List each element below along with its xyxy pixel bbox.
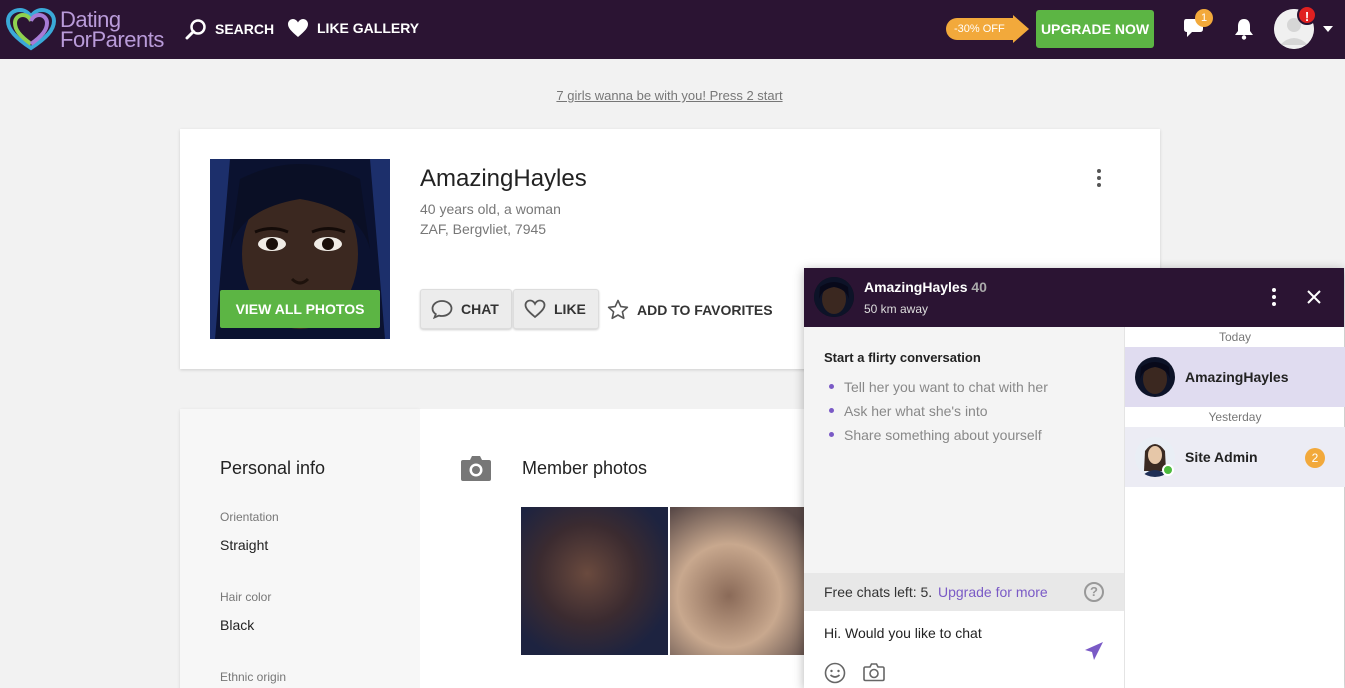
member-photo-thumbnail[interactable] bbox=[521, 507, 668, 655]
conversation-area: Start a flirty conversation Tell her you… bbox=[804, 327, 1124, 573]
arrow-right-icon bbox=[1012, 15, 1029, 43]
hair-color-label: Hair color bbox=[220, 590, 272, 604]
brand-logo[interactable]: Dating ForParents bbox=[5, 7, 164, 52]
messages-count-badge: 1 bbox=[1195, 9, 1213, 27]
profile-location: ZAF, Bergvliet, 7945 bbox=[420, 221, 547, 237]
close-icon[interactable] bbox=[1305, 288, 1323, 306]
caret-down-icon[interactable] bbox=[1323, 26, 1333, 32]
bullet-icon bbox=[829, 384, 834, 389]
conversation-tip[interactable]: Share something about yourself bbox=[844, 427, 1042, 443]
hair-color-value: Black bbox=[220, 617, 255, 633]
view-all-photos-button[interactable]: VIEW ALL PHOTOS bbox=[220, 290, 380, 328]
nav-like-gallery-label: LIKE GALLERY bbox=[317, 20, 420, 36]
chat-partner-name: AmazingHayles bbox=[864, 279, 968, 295]
unread-count-badge: 2 bbox=[1305, 448, 1325, 468]
profile-photo[interactable]: VIEW ALL PHOTOS bbox=[210, 159, 390, 339]
message-input[interactable] bbox=[824, 623, 1074, 643]
conversation-name: AmazingHayles bbox=[1185, 369, 1289, 385]
discount-label: -30% OFF bbox=[946, 18, 1013, 40]
heart-outline-icon bbox=[524, 299, 546, 319]
camera-icon bbox=[461, 456, 491, 481]
personal-info-title: Personal info bbox=[220, 458, 326, 478]
upgrade-now-button[interactable]: UPGRADE NOW bbox=[1036, 10, 1154, 48]
favorites-label: ADD TO FAVORITES bbox=[637, 302, 773, 318]
bullet-icon bbox=[829, 408, 834, 413]
chat-more-menu-icon[interactable] bbox=[1270, 288, 1278, 308]
chat-partner-name-line: AmazingHayles 40 bbox=[864, 279, 987, 295]
online-status-icon bbox=[1162, 464, 1174, 476]
nav-like-gallery[interactable]: LIKE GALLERY bbox=[287, 18, 419, 38]
orientation-label: Orientation bbox=[220, 510, 279, 524]
personal-info-panel: Personal info Orientation Straight Hair … bbox=[180, 409, 420, 688]
brand-name: Dating ForParents bbox=[60, 9, 164, 52]
conversation-item[interactable]: Site Admin 2 bbox=[1125, 427, 1345, 487]
conversation-tip[interactable]: Tell her you want to chat with her bbox=[844, 379, 1048, 395]
notifications-button[interactable] bbox=[1234, 18, 1254, 45]
camera-icon[interactable] bbox=[863, 662, 885, 682]
top-navigation-bar: Dating ForParents SEARCH LIKE GALLERY -3… bbox=[0, 0, 1345, 59]
conversation-starter-title: Start a flirty conversation bbox=[824, 350, 981, 365]
chat-header: AmazingHayles 40 50 km away bbox=[804, 268, 1344, 327]
send-icon[interactable] bbox=[1084, 641, 1104, 661]
conversation-tip[interactable]: Ask her what she's into bbox=[844, 403, 988, 419]
like-button[interactable]: LIKE bbox=[513, 289, 599, 329]
bullet-icon bbox=[829, 432, 834, 437]
member-photos-title: Member photos bbox=[522, 458, 648, 478]
add-to-favorites-button[interactable]: ADD TO FAVORITES bbox=[607, 299, 773, 321]
nav-search[interactable]: SEARCH bbox=[185, 18, 274, 40]
nav-search-label: SEARCH bbox=[215, 21, 275, 37]
help-icon[interactable]: ? bbox=[1084, 582, 1104, 602]
heart-icon bbox=[288, 19, 308, 37]
chat-button-label: CHAT bbox=[461, 301, 499, 317]
chat-partner-age: 40 bbox=[971, 279, 987, 295]
profile-name: AmazingHayles bbox=[420, 165, 587, 192]
chat-bubble-icon bbox=[431, 300, 453, 319]
free-chats-bar: Free chats left: 5. Upgrade for more ? bbox=[804, 573, 1124, 611]
chat-button[interactable]: CHAT bbox=[420, 289, 512, 329]
star-outline-icon bbox=[607, 299, 629, 320]
upgrade-link[interactable]: Upgrade for more bbox=[938, 584, 1048, 600]
bell-icon bbox=[1235, 19, 1253, 40]
conversation-list: Today AmazingHayles Yesterday Site Admin… bbox=[1124, 327, 1345, 688]
heart-logo-icon bbox=[5, 7, 57, 52]
discount-badge[interactable]: -30% OFF bbox=[946, 15, 1029, 43]
free-chats-text: Free chats left: 5. bbox=[824, 584, 933, 600]
conversation-name: Site Admin bbox=[1185, 449, 1258, 465]
chat-partner-distance: 50 km away bbox=[864, 302, 929, 316]
profile-age-gender: 40 years old, a woman bbox=[420, 201, 561, 217]
day-separator: Yesterday bbox=[1208, 410, 1262, 424]
profile-more-menu-icon[interactable] bbox=[1094, 169, 1104, 191]
search-icon bbox=[185, 19, 206, 40]
brand-line-2: ForParents bbox=[60, 27, 164, 52]
alert-badge: ! bbox=[1297, 5, 1317, 25]
like-button-label: LIKE bbox=[554, 301, 586, 317]
messages-button[interactable]: 1 bbox=[1183, 9, 1213, 45]
ethnic-origin-label: Ethnic origin bbox=[220, 670, 287, 684]
chat-partner-avatar[interactable] bbox=[814, 277, 854, 317]
conversation-item[interactable]: AmazingHayles bbox=[1125, 347, 1345, 407]
emoji-icon[interactable] bbox=[824, 662, 846, 684]
orientation-value: Straight bbox=[220, 537, 269, 553]
promo-link[interactable]: 7 girls wanna be with you! Press 2 start bbox=[0, 88, 1339, 103]
avatar bbox=[1135, 357, 1175, 397]
chat-window: AmazingHayles 40 50 km away Start a flir… bbox=[804, 268, 1345, 688]
day-separator: Today bbox=[1218, 330, 1252, 344]
member-photo-thumbnail[interactable] bbox=[670, 507, 817, 655]
